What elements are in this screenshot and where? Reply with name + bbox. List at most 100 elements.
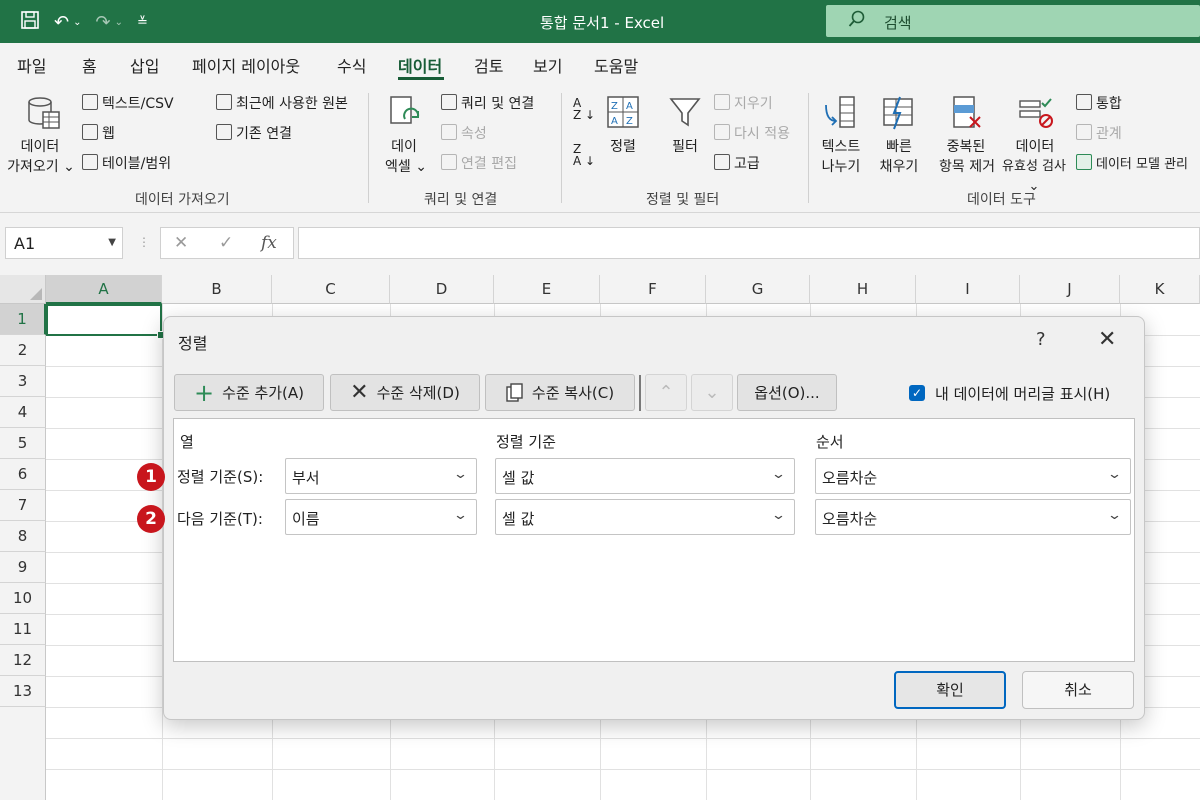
- row-header-5[interactable]: 5: [0, 428, 46, 459]
- consolidate-button[interactable]: 통합: [1076, 93, 1122, 113]
- row-header-13[interactable]: 13: [0, 676, 46, 707]
- search-box[interactable]: 검색: [826, 5, 1200, 37]
- sort-descending-button[interactable]: ZA ↓: [573, 143, 595, 167]
- row-header-6[interactable]: 6: [0, 459, 46, 490]
- close-icon[interactable]: ✕: [1098, 327, 1116, 352]
- cancel-button[interactable]: 취소: [1022, 671, 1134, 709]
- tab-home[interactable]: 홈: [82, 53, 97, 77]
- add-level-button[interactable]: + 수준 추가(A): [174, 374, 324, 411]
- queries-connections-button[interactable]: 쿼리 및 연결: [441, 93, 534, 113]
- name-box-dropdown-icon[interactable]: ▼: [108, 237, 116, 248]
- sort-level-1-order-select[interactable]: 오름차순 ⌄: [815, 458, 1131, 494]
- ribbon: 데이터 가져오기 ⌄ 텍스트/CSV 웹 테이블/범위 최근에 사용한 원본 기…: [0, 85, 1200, 213]
- sort-level-2-column-value: 이름: [292, 510, 320, 528]
- redo-icon[interactable]: ↷: [95, 12, 110, 34]
- data-model-button[interactable]: 데이터 모델 관리: [1076, 153, 1188, 172]
- enter-formula-icon[interactable]: ✓: [219, 233, 233, 253]
- sort-level-2-sorton-select[interactable]: 셀 값 ⌄: [495, 499, 795, 535]
- relationships-button[interactable]: 관계: [1076, 123, 1122, 143]
- advanced-filter-button[interactable]: 고급: [714, 153, 760, 173]
- tab-view[interactable]: 보기: [533, 53, 562, 77]
- table-icon: [82, 154, 98, 170]
- row-header-4[interactable]: 4: [0, 397, 46, 428]
- column-header-j[interactable]: J: [1020, 275, 1120, 304]
- select-all-button[interactable]: [0, 275, 46, 304]
- name-box[interactable]: A1 ▼: [5, 227, 123, 259]
- column-header-i[interactable]: I: [916, 275, 1020, 304]
- group-label-get-data: 데이터 가져오기: [135, 192, 230, 208]
- column-header-b[interactable]: B: [162, 275, 272, 304]
- web-button[interactable]: 웹: [82, 123, 115, 143]
- tab-help[interactable]: 도움말: [594, 53, 638, 77]
- column-header-e[interactable]: E: [494, 275, 600, 304]
- chevron-down-icon: ⌄: [452, 508, 469, 523]
- svg-text:Z: Z: [611, 101, 618, 112]
- column-header-k[interactable]: K: [1120, 275, 1200, 304]
- tab-formulas[interactable]: 수식: [337, 53, 366, 77]
- tab-review[interactable]: 검토: [474, 53, 503, 77]
- save-icon[interactable]: [20, 10, 40, 36]
- move-down-icon: ⌄: [704, 382, 720, 403]
- column-header-h[interactable]: H: [810, 275, 916, 304]
- row-header-8[interactable]: 8: [0, 521, 46, 552]
- sort-level-1-sorton-select[interactable]: 셀 값 ⌄: [495, 458, 795, 494]
- get-data-label-2: 가져오기 ⌄: [7, 159, 75, 175]
- clear-label: 지우기: [734, 96, 773, 112]
- help-icon[interactable]: ?: [1036, 329, 1046, 350]
- chevron-down-icon: ⌄: [770, 467, 787, 482]
- clear-filter-button[interactable]: 지우기: [714, 93, 773, 113]
- flash-fill-label-1: 빠른: [886, 139, 912, 155]
- undo-dropdown-icon[interactable]: ⌄: [73, 12, 81, 34]
- customize-qat-icon[interactable]: ≚: [137, 12, 148, 34]
- sort-level-1-column-select[interactable]: 부서 ⌄: [285, 458, 477, 494]
- move-up-button[interactable]: ⌃: [645, 374, 687, 411]
- options-button[interactable]: 옵션(O)...: [737, 374, 837, 411]
- move-down-button[interactable]: ⌄: [691, 374, 733, 411]
- row-header-11[interactable]: 11: [0, 614, 46, 645]
- sort-level-1-label: 정렬 기준(S):: [177, 468, 264, 486]
- cancel-formula-icon[interactable]: ✕: [174, 233, 188, 253]
- insert-function-icon[interactable]: fx: [261, 233, 277, 253]
- tab-page-layout[interactable]: 페이지 레이아웃: [192, 53, 300, 77]
- row-header-3[interactable]: 3: [0, 366, 46, 397]
- text-csv-button[interactable]: 텍스트/CSV: [82, 93, 174, 113]
- edit-links-button[interactable]: 연결 편집: [441, 153, 517, 173]
- tab-file[interactable]: 파일: [17, 53, 46, 77]
- formula-bar: A1 ▼ ⋮ ✕ ✓ fx: [0, 213, 1200, 275]
- existing-connections-button[interactable]: 기존 연결: [216, 123, 292, 143]
- row-header-10[interactable]: 10: [0, 583, 46, 614]
- row-header-12[interactable]: 12: [0, 645, 46, 676]
- refresh-label-1: 데이: [391, 139, 417, 155]
- recent-sources-button[interactable]: 최근에 사용한 원본: [216, 93, 348, 113]
- sort-za-icon: ZA ↓: [573, 142, 596, 168]
- active-cell-a1[interactable]: [46, 304, 165, 339]
- properties-button[interactable]: 속성: [441, 123, 487, 143]
- edit-links-icon: [441, 154, 457, 170]
- row-header-2[interactable]: 2: [0, 335, 46, 366]
- column-header-c[interactable]: C: [272, 275, 390, 304]
- sort-dialog: 정렬 ? ✕ + 수준 추가(A) ✕ 수준 삭제(D) 수준 복사(C) ⌃ …: [163, 316, 1145, 720]
- column-header-f[interactable]: F: [600, 275, 706, 304]
- header-checkbox[interactable]: ✓: [909, 385, 925, 401]
- table-range-button[interactable]: 테이블/범위: [82, 153, 171, 173]
- column-header-d[interactable]: D: [390, 275, 494, 304]
- delete-level-button[interactable]: ✕ 수준 삭제(D): [330, 374, 480, 411]
- queries-icon: [441, 94, 457, 110]
- row-header-7[interactable]: 7: [0, 490, 46, 521]
- copy-level-button[interactable]: 수준 복사(C): [485, 374, 635, 411]
- column-header-a[interactable]: A: [46, 275, 162, 304]
- tab-data[interactable]: 데이터: [398, 53, 442, 77]
- sort-level-2-column-select[interactable]: 이름 ⌄: [285, 499, 477, 535]
- sort-level-2-order-select[interactable]: 오름차순 ⌄: [815, 499, 1131, 535]
- tab-insert[interactable]: 삽입: [130, 53, 159, 77]
- undo-icon[interactable]: ↶: [54, 12, 69, 34]
- redo-dropdown-icon[interactable]: ⌄: [115, 12, 123, 34]
- row-header-1[interactable]: 1: [0, 304, 46, 335]
- sort-ascending-button[interactable]: AZ ↓: [573, 97, 595, 121]
- column-header-g[interactable]: G: [706, 275, 810, 304]
- formula-input[interactable]: [298, 227, 1200, 259]
- row-header-9[interactable]: 9: [0, 552, 46, 583]
- reapply-button[interactable]: 다시 적용: [714, 123, 790, 143]
- ok-button[interactable]: 확인: [894, 671, 1006, 709]
- refresh-icon: [390, 96, 420, 124]
